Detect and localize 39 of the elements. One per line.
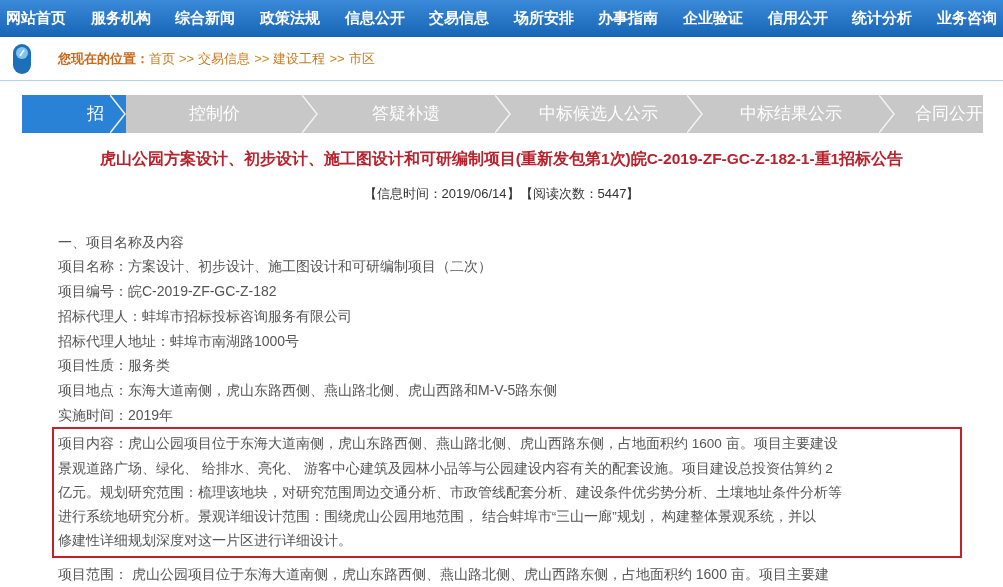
project-content-paragraph: 项目内容：虎山公园项目位于东海大道南侧，虎山东路西侧、燕山路北侧、虎山西路东侧，占地面积约 1600 亩。项目主要建设 景观道路广场、绿化、 给排水、亮化、 游客中心建筑及园林小品等与公园建设内容有关的配套设施。项目建设总投资估算约 2 亿元。规划研究范围：梳理该地块，对研究范围周边交通分析、市政管线配套分析、建设条件优劣势分析、土壤地址条件分析等 进行系统地研究分析。景观详细设计范围：围绕虎山公园用地范围， 结合蚌埠市“三山一廊”规划， 构建整体景观系统，并以 修建性详细规划深度对这一片区进行详细设计。	[58, 435, 843, 551]
nav-link[interactable]: 综合新闻	[175, 7, 236, 30]
breadcrumb-label: 您现在的位置：	[58, 49, 149, 68]
field-line: 招标代理人地址：蚌埠市南湖路1000号	[58, 331, 301, 351]
chevron-icon	[494, 95, 511, 133]
breadcrumb-link[interactable]: 首页	[149, 48, 175, 69]
project-scope-line: 项目范围： 虎山公园项目位于东海大道南侧，虎山东路西侧、燕山路北侧、虎山西路东侧，占地面积约 1600 亩。项目主要建	[57, 565, 830, 585]
chevron-icon	[110, 95, 126, 133]
nav-link[interactable]: 办事指南	[598, 7, 659, 30]
breadcrumb-link[interactable]: 交易信息	[198, 48, 251, 69]
nav-link[interactable]: 场所安排	[513, 7, 574, 30]
breadcrumb-separator: >>	[254, 49, 270, 68]
breadcrumb-link[interactable]: 建设工程	[273, 48, 326, 69]
field-line: 招标代理人：蚌埠市招标投标咨询服务有限公司	[58, 306, 353, 326]
chevron-icon	[686, 95, 703, 133]
field-line: 项目地点：东海大道南侧，虎山东路西侧、燕山路北侧、虎山西路和M-V-5路东侧	[58, 380, 559, 400]
nav-link[interactable]: 交易信息	[429, 7, 490, 30]
location-icon	[12, 42, 32, 75]
article-title: 虎山公园方案设计、初步设计、施工图设计和可研编制项目(重新发包第1次)皖C-2019-ZF-GC-Z-182-1-重1招标公告	[98, 149, 905, 169]
section-heading: 一、项目名称及内容	[58, 232, 185, 252]
nav-link[interactable]: 政策法规	[259, 7, 320, 30]
field-line: 实施时间：2019年	[58, 405, 175, 425]
nav-link[interactable]: 信息公开	[344, 7, 405, 30]
nav-link[interactable]: 服务机构	[90, 7, 151, 30]
breadcrumb-link[interactable]: 市区	[348, 48, 375, 69]
process-step[interactable]: 招	[22, 95, 110, 133]
nav-link[interactable]: 企业验证	[683, 7, 743, 30]
nav-link[interactable]: 业务咨询	[936, 7, 997, 30]
field-line: 项目性质：服务类	[58, 356, 171, 376]
nav-link[interactable]: 信用公开	[767, 7, 828, 30]
article-meta: 【信息时间：2019/06/14】【阅读次数：5447】	[362, 185, 641, 204]
field-line: 项目编号：皖C-2019-ZF-GC-Z-182	[58, 282, 278, 302]
breadcrumb-separator: >>	[179, 49, 195, 68]
field-line: 项目名称：方案设计、初步设计、施工图设计和可研编制项目（二次）	[58, 257, 493, 277]
breadcrumb-separator: >>	[329, 49, 345, 68]
nav-link[interactable]: 网站首页	[6, 7, 66, 30]
chevron-icon	[879, 95, 895, 133]
chevron-icon	[302, 95, 319, 133]
nav-link[interactable]: 统计分析	[852, 7, 913, 30]
